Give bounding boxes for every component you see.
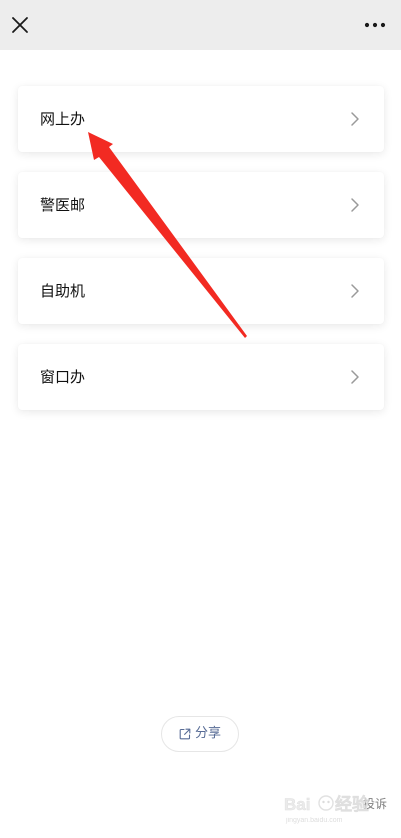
svg-text:Bai: Bai <box>284 795 310 814</box>
more-icon[interactable] <box>363 13 387 37</box>
navigation-bar <box>0 0 401 50</box>
svg-text:jingyan.baidu.com: jingyan.baidu.com <box>285 817 343 824</box>
menu-item-counter-service[interactable]: 窗口办 <box>18 344 384 410</box>
share-button[interactable]: 分享 <box>161 716 239 752</box>
service-menu-list: 网上办 警医邮 自助机 窗口办 <box>18 86 384 410</box>
menu-item-label: 网上办 <box>40 110 86 128</box>
chevron-right-icon <box>351 112 359 126</box>
menu-item-police-hospital-post[interactable]: 警医邮 <box>18 172 384 238</box>
menu-item-label: 窗口办 <box>40 368 86 386</box>
report-link[interactable]: 投诉 <box>363 796 387 812</box>
menu-item-self-service-machine[interactable]: 自助机 <box>18 258 384 324</box>
chevron-right-icon <box>351 284 359 298</box>
chevron-right-icon <box>351 370 359 384</box>
share-label: 分享 <box>194 726 221 741</box>
close-icon[interactable] <box>8 13 32 37</box>
chevron-right-icon <box>351 198 359 212</box>
share-icon <box>179 728 191 740</box>
menu-item-online[interactable]: 网上办 <box>18 86 384 152</box>
menu-item-label: 警医邮 <box>40 196 86 214</box>
menu-item-label: 自助机 <box>40 282 86 300</box>
